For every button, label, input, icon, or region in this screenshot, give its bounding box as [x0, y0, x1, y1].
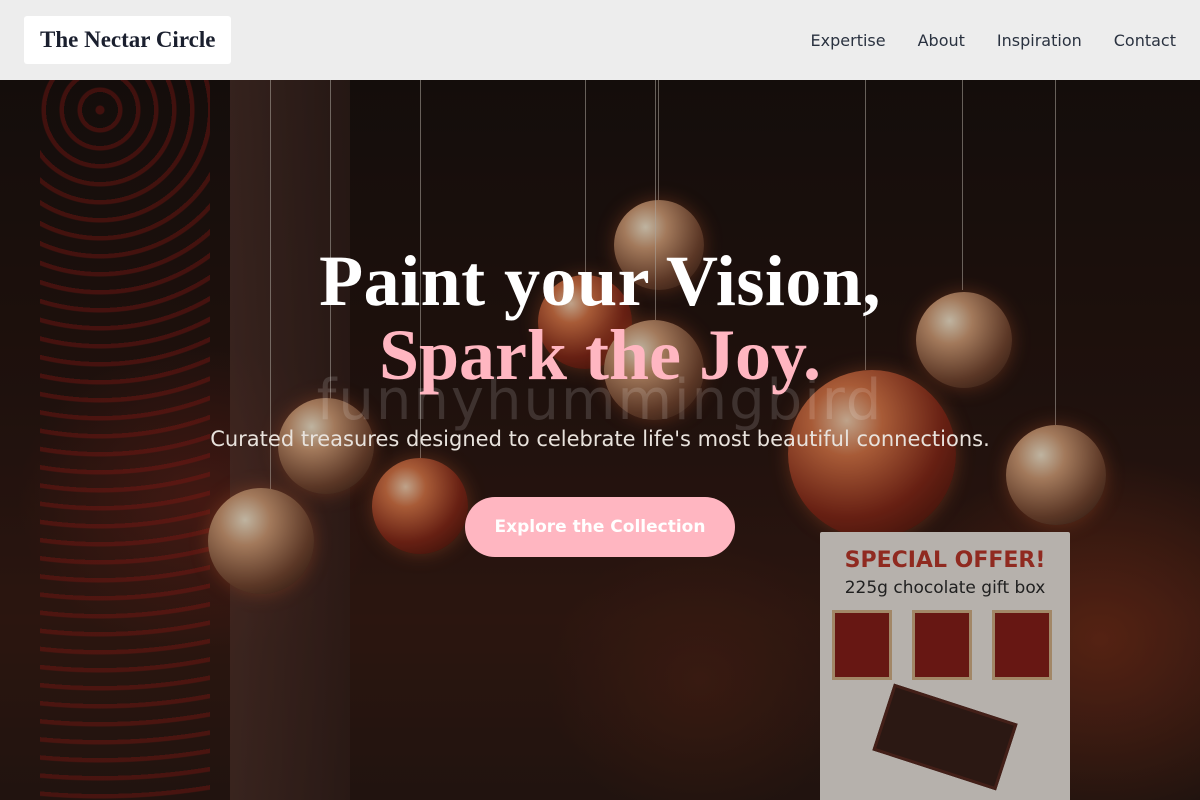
- hero-subheadline: Curated treasures designed to celebrate …: [210, 427, 990, 451]
- hero-headline-line1: Paint your Vision,: [319, 241, 881, 321]
- nav-link-contact[interactable]: Contact: [1114, 31, 1176, 50]
- site-header: The Nectar Circle Expertise About Inspir…: [0, 0, 1200, 80]
- nav-link-expertise[interactable]: Expertise: [811, 31, 886, 50]
- hero-headline-line2: Spark the Joy.: [378, 315, 822, 395]
- main-nav: Expertise About Inspiration Contact: [811, 31, 1176, 50]
- hero-section: SPECIAL OFFER! 225g chocolate gift box f…: [0, 80, 1200, 800]
- site-logo[interactable]: The Nectar Circle: [24, 16, 232, 64]
- nav-link-about[interactable]: About: [918, 31, 965, 50]
- hero-content: Paint your Vision, Spark the Joy. Curate…: [0, 245, 1200, 557]
- nav-link-inspiration[interactable]: Inspiration: [997, 31, 1082, 50]
- explore-collection-button[interactable]: Explore the Collection: [465, 497, 735, 557]
